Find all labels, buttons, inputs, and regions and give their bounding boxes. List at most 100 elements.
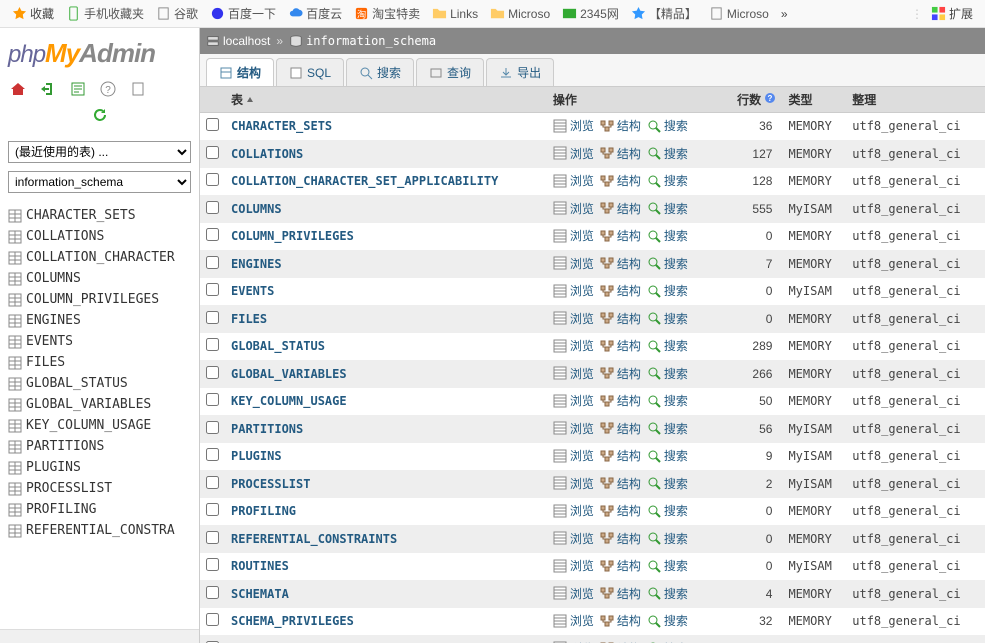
tree-table-item[interactable]: EVENTS [0,331,199,352]
col-rows[interactable]: 行数 ? [723,87,782,113]
row-checkbox[interactable] [206,228,219,241]
tree-table-item[interactable]: GLOBAL_STATUS [0,373,199,394]
search-action[interactable]: 搜索 [647,365,688,382]
tree-table-item[interactable]: PLUGINS [0,457,199,478]
browse-action[interactable]: 浏览 [553,172,594,189]
tree-table-item[interactable]: CHARACTER_SETS [0,205,199,226]
table-name-link[interactable]: PLUGINS [231,449,282,463]
bookmark-item[interactable]: 谷歌 [152,5,202,22]
logo[interactable]: phpMyAdmin [0,28,199,75]
browse-action[interactable]: 浏览 [553,337,594,354]
search-action[interactable]: 搜索 [647,612,688,629]
structure-action[interactable]: 结构 [600,530,641,547]
structure-action[interactable]: 结构 [600,557,641,574]
table-name-link[interactable]: PROCESSLIST [231,477,310,491]
structure-action[interactable]: 结构 [600,447,641,464]
row-checkbox[interactable] [206,366,219,379]
tree-table-item[interactable]: GLOBAL_VARIABLES [0,394,199,415]
bookmark-item[interactable]: 百度一下 [206,5,280,22]
table-name-link[interactable]: COLLATIONS [231,147,303,161]
reload-icon[interactable] [92,107,108,123]
table-name-link[interactable]: COLLATION_CHARACTER_SET_APPLICABILITY [231,174,498,188]
table-name-link[interactable]: FILES [231,312,267,326]
tab-export[interactable]: 导出 [486,58,554,86]
bookmark-item[interactable]: 淘淘宝特卖 [350,5,424,22]
query-icon[interactable] [70,81,86,97]
row-checkbox[interactable] [206,476,219,489]
tree-table-item[interactable]: PROCESSLIST [0,478,199,499]
bookmark-overflow[interactable]: » [777,7,792,21]
row-checkbox[interactable] [206,586,219,599]
home-icon[interactable] [10,81,26,97]
tree-table-item[interactable]: COLUMN_PRIVILEGES [0,289,199,310]
browse-action[interactable]: 浏览 [553,365,594,382]
tree-table-item[interactable]: COLLATIONS [0,226,199,247]
table-name-link[interactable]: COLUMN_PRIVILEGES [231,229,354,243]
database-select[interactable]: information_schema [8,171,191,193]
logout-icon[interactable] [40,81,56,97]
table-name-link[interactable]: GLOBAL_STATUS [231,339,325,353]
row-checkbox[interactable] [206,613,219,626]
structure-action[interactable]: 结构 [600,585,641,602]
table-name-link[interactable]: REFERENTIAL_CONSTRAINTS [231,532,397,546]
search-action[interactable]: 搜索 [647,200,688,217]
row-checkbox[interactable] [206,558,219,571]
structure-action[interactable]: 结构 [600,282,641,299]
row-checkbox[interactable] [206,256,219,269]
row-checkbox[interactable] [206,173,219,186]
bookmark-item[interactable]: Links [428,6,482,21]
browse-action[interactable]: 浏览 [553,255,594,272]
table-name-link[interactable]: COLUMNS [231,202,282,216]
search-action[interactable]: 搜索 [647,640,688,643]
structure-action[interactable]: 结构 [600,640,641,643]
search-action[interactable]: 搜索 [647,310,688,327]
browse-action[interactable]: 浏览 [553,117,594,134]
tree-table-item[interactable]: ENGINES [0,310,199,331]
structure-action[interactable]: 结构 [600,172,641,189]
browse-action[interactable]: 浏览 [553,557,594,574]
bookmark-item[interactable]: 2345网 [558,5,623,22]
tree-table-item[interactable]: FILES [0,352,199,373]
bookmark-item[interactable]: 收藏 [8,5,58,22]
table-name-link[interactable]: KEY_COLUMN_USAGE [231,394,347,408]
browse-action[interactable]: 浏览 [553,612,594,629]
browse-action[interactable]: 浏览 [553,585,594,602]
browse-action[interactable]: 浏览 [553,530,594,547]
search-action[interactable]: 搜索 [647,502,688,519]
search-action[interactable]: 搜索 [647,557,688,574]
browse-action[interactable]: 浏览 [553,200,594,217]
structure-action[interactable]: 结构 [600,145,641,162]
search-action[interactable]: 搜索 [647,392,688,409]
structure-action[interactable]: 结构 [600,612,641,629]
breadcrumb-database[interactable]: information_schema [289,34,436,48]
row-checkbox[interactable] [206,146,219,159]
table-name-link[interactable]: SCHEMATA [231,587,289,601]
structure-action[interactable]: 结构 [600,255,641,272]
browse-action[interactable]: 浏览 [553,640,594,643]
row-checkbox[interactable] [206,311,219,324]
row-checkbox[interactable] [206,531,219,544]
tree-table-item[interactable]: REFERENTIAL_CONSTRA [0,520,199,541]
tab-search[interactable]: 搜索 [346,58,414,86]
row-checkbox[interactable] [206,421,219,434]
search-action[interactable]: 搜索 [647,337,688,354]
tab-structure[interactable]: 结构 [206,58,274,86]
structure-action[interactable]: 结构 [600,365,641,382]
row-checkbox[interactable] [206,448,219,461]
structure-action[interactable]: 结构 [600,420,641,437]
table-name-link[interactable]: ENGINES [231,257,282,271]
bookmark-item[interactable]: 百度云 [284,5,346,22]
col-type[interactable]: 类型 [782,87,846,113]
tree-table-item[interactable]: COLUMNS [0,268,199,289]
bookmark-item[interactable]: 【精品】 [627,5,701,22]
search-action[interactable]: 搜索 [647,172,688,189]
extensions-button[interactable]: 扩展 [927,5,977,22]
table-name-link[interactable]: SCHEMA_PRIVILEGES [231,614,354,628]
search-action[interactable]: 搜索 [647,282,688,299]
search-action[interactable]: 搜索 [647,145,688,162]
docs-icon[interactable] [130,81,146,97]
search-action[interactable]: 搜索 [647,227,688,244]
help-icon[interactable]: ? [100,81,116,97]
browse-action[interactable]: 浏览 [553,145,594,162]
structure-action[interactable]: 结构 [600,310,641,327]
